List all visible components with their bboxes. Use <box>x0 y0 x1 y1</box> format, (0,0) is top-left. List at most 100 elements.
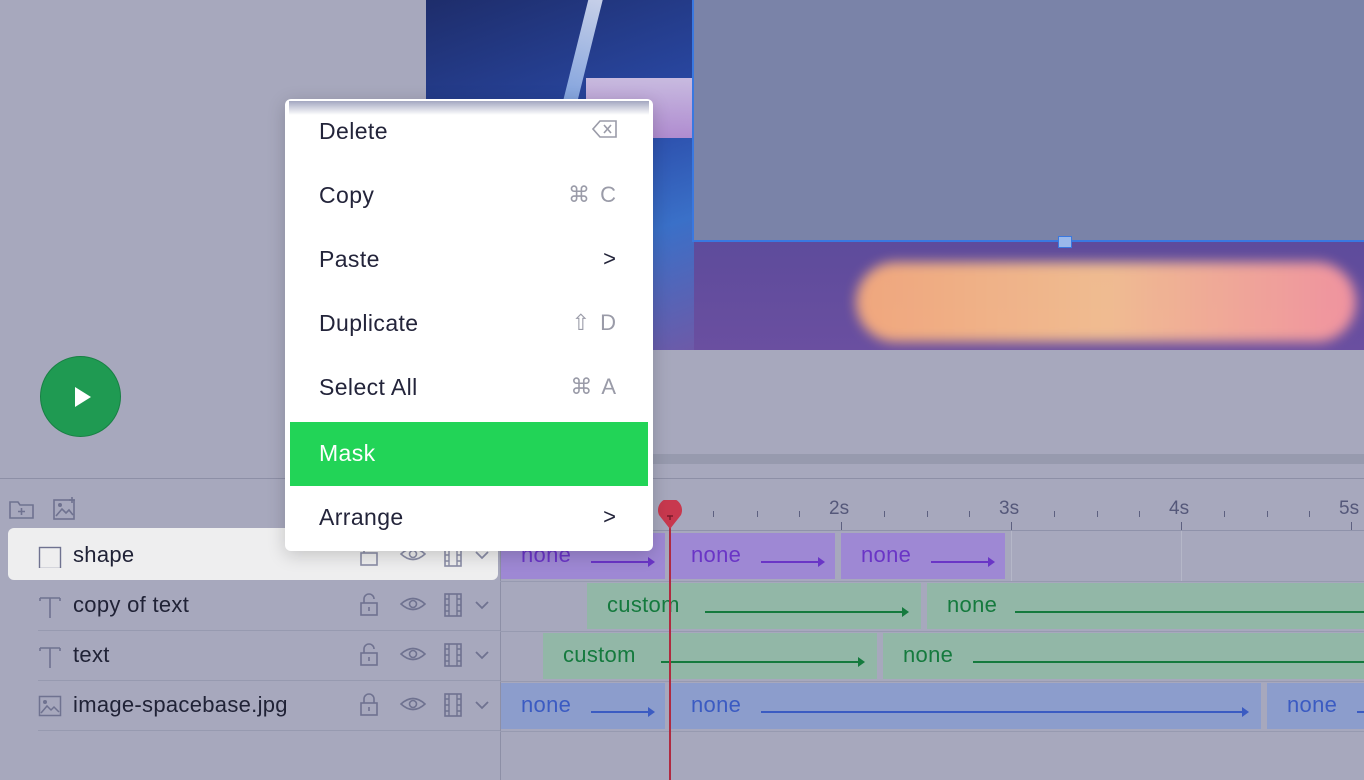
ruler-tick <box>757 511 758 517</box>
menu-item-shortcut: ⌘ A <box>570 374 618 399</box>
clip-label: custom <box>563 642 636 667</box>
text-icon <box>38 594 62 618</box>
add-folder-icon[interactable] <box>9 498 35 525</box>
arrow-icon <box>661 657 865 667</box>
clip-label: none <box>691 692 742 717</box>
playhead-line <box>669 520 671 780</box>
arrow-icon <box>1015 611 1364 613</box>
image-glow <box>856 262 1356 342</box>
ruler-tick <box>884 511 885 517</box>
ruler-tick <box>1224 511 1225 517</box>
menu-item-duplicate[interactable]: Duplicate ⇧ D <box>290 292 648 356</box>
menu-item-mask[interactable]: Mask <box>290 422 648 486</box>
track-separator <box>500 581 1364 582</box>
ruler-tick <box>969 511 970 517</box>
chevron-down-icon[interactable] <box>473 643 491 672</box>
menu-item-label: Delete <box>319 118 388 144</box>
animation-clip[interactable]: none <box>1267 683 1364 729</box>
film-strip-icon[interactable] <box>443 593 463 622</box>
arrow-icon <box>761 707 1249 717</box>
arrow-icon <box>973 661 1364 663</box>
menu-item-shortcut: ⇧ D <box>571 310 618 335</box>
arrow-icon <box>591 557 655 567</box>
arrow-icon <box>591 707 655 717</box>
selected-shape[interactable] <box>692 0 1364 242</box>
menu-item-paste[interactable]: Paste > <box>290 228 648 292</box>
menu-item-label: Duplicate <box>319 310 419 336</box>
add-image-icon[interactable] <box>52 496 78 527</box>
menu-item-label: Copy <box>319 182 375 208</box>
menu-item-arrange[interactable]: Arrange > <box>290 486 648 550</box>
arrow-icon <box>1357 711 1364 713</box>
layer-name[interactable]: text <box>73 642 110 668</box>
layer-name[interactable]: shape <box>73 542 134 568</box>
submenu-arrow: > <box>603 504 618 529</box>
play-icon <box>74 386 91 407</box>
clip-label: none <box>903 642 954 667</box>
grid-line <box>1181 531 1182 581</box>
arrow-icon <box>931 557 995 567</box>
timeline-scrollbar[interactable] <box>652 454 1364 464</box>
menu-item-label: Arrange <box>319 504 404 530</box>
submenu-arrow: > <box>603 246 618 271</box>
track-separator <box>500 631 1364 632</box>
panel-divider[interactable] <box>0 478 1364 479</box>
backspace-icon <box>591 119 618 145</box>
ruler-tick <box>1351 522 1352 530</box>
animation-clip[interactable]: none <box>841 533 1005 579</box>
chevron-down-icon[interactable] <box>473 693 491 722</box>
ruler-tick <box>1181 522 1182 530</box>
animation-clip[interactable]: custom <box>543 633 877 679</box>
film-strip-icon[interactable] <box>443 693 463 722</box>
animation-clip[interactable]: none <box>671 683 1261 729</box>
animation-clip[interactable]: none <box>671 533 835 579</box>
film-strip-icon[interactable] <box>443 643 463 672</box>
grid-line <box>1011 531 1012 581</box>
menu-item-select-all[interactable]: Select All ⌘ A <box>290 356 648 420</box>
ruler-label: 4s <box>1169 498 1190 519</box>
arrow-icon <box>705 607 909 617</box>
play-button[interactable] <box>40 356 121 437</box>
image-icon <box>38 694 62 718</box>
animation-clip[interactable]: custom <box>587 583 921 629</box>
lock-icon[interactable] <box>358 693 380 722</box>
ruler-tick <box>1097 511 1098 517</box>
ruler-tick <box>1309 511 1310 517</box>
menu-item-delete[interactable]: Delete <box>290 100 648 164</box>
animation-clip[interactable]: none <box>501 683 665 729</box>
track-separator <box>500 681 1364 682</box>
ruler-tick <box>713 511 714 517</box>
layer-name[interactable]: image-spacebase.jpg <box>73 692 288 718</box>
layer-row-copy-of-text[interactable]: copy of text <box>38 580 500 631</box>
animation-clip[interactable]: none <box>927 583 1364 629</box>
menu-item-label: Select All <box>319 374 418 400</box>
ruler-label: 2s <box>829 498 850 519</box>
layer-name[interactable]: copy of text <box>73 592 189 618</box>
playhead-handle[interactable] <box>656 498 684 530</box>
visibility-eye-icon[interactable] <box>399 593 427 620</box>
text-icon <box>38 644 62 668</box>
ruler-tick <box>1139 511 1140 517</box>
arrow-icon <box>761 557 825 567</box>
clip-label: none <box>521 692 572 717</box>
layer-row-image[interactable]: image-spacebase.jpg <box>38 680 500 731</box>
track-separator <box>500 731 1364 732</box>
menu-item-label: Mask <box>319 440 376 466</box>
clip-label: none <box>861 542 912 567</box>
animation-clip[interactable]: none <box>883 633 1364 679</box>
menu-item-label: Paste <box>319 246 380 272</box>
lock-icon[interactable] <box>358 593 380 622</box>
ruler-label: 5s <box>1339 498 1360 519</box>
ruler-label: 3s <box>999 498 1020 519</box>
menu-item-copy[interactable]: Copy ⌘ C <box>290 164 648 228</box>
resize-handle[interactable] <box>1058 236 1072 248</box>
visibility-eye-icon[interactable] <box>399 643 427 670</box>
rectangle-icon <box>38 544 62 570</box>
lock-icon[interactable] <box>358 643 380 672</box>
layer-row-text[interactable]: text <box>38 630 500 681</box>
visibility-eye-icon[interactable] <box>399 693 427 720</box>
menu-item-shortcut: ⌘ C <box>568 182 618 207</box>
ruler-tick <box>1011 522 1012 530</box>
clip-label: none <box>947 592 998 617</box>
chevron-down-icon[interactable] <box>473 593 491 622</box>
